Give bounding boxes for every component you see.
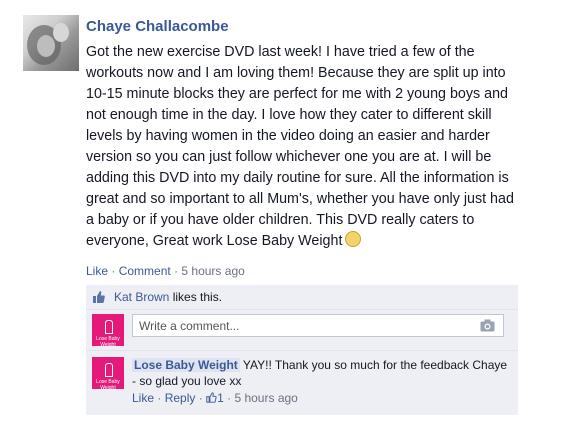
comment-input[interactable]: Write a comment...	[132, 314, 504, 337]
likes-suffix: likes this.	[169, 290, 223, 304]
comment-item: Lose Baby Weight Lose Baby Weight YAY!! …	[86, 351, 518, 413]
comment-reply-link[interactable]: Reply	[165, 391, 196, 405]
logo-text: Lose Baby Weight	[96, 336, 120, 346]
comment-like-count[interactable]: 1	[206, 391, 227, 405]
separator: ·	[227, 391, 232, 405]
post-body: Got the new exercise DVD last week! I ha…	[86, 42, 522, 252]
likes-text: Kat Brown likes this.	[114, 285, 222, 309]
comment-like-link[interactable]: Like	[132, 391, 154, 405]
comments-section: Kat Brown likes this. Lose Baby Weight W…	[86, 285, 518, 415]
thumbs-up-icon	[93, 291, 105, 303]
liker-name[interactable]: Kat Brown	[114, 290, 169, 304]
separator: ·	[174, 264, 179, 278]
logo-text: Lose Baby Weight	[96, 379, 120, 389]
comment-link[interactable]: Comment	[119, 264, 171, 278]
likes-summary: Kat Brown likes this.	[86, 285, 518, 310]
post-timestamp[interactable]: 5 hours ago	[181, 264, 244, 278]
write-comment-row: Lose Baby Weight Write a comment...	[86, 310, 518, 351]
smiley-icon	[345, 231, 362, 247]
comment-timestamp[interactable]: 5 hours ago	[234, 391, 297, 405]
page-avatar[interactable]: Lose Baby Weight	[92, 314, 124, 346]
like-link[interactable]: Like	[86, 264, 108, 278]
commenter-name[interactable]: Lose Baby Weight	[132, 358, 240, 372]
logo-figure	[105, 363, 113, 377]
post-body-text: Got the new exercise DVD last week! I ha…	[86, 44, 514, 249]
commenter-avatar[interactable]: Lose Baby Weight	[92, 357, 124, 389]
comment-actions: Like · Reply · 1 · 5 hours ago	[132, 391, 298, 405]
logo-figure	[105, 320, 113, 334]
separator: ·	[157, 391, 162, 405]
post-author-name[interactable]: Chaye Challacombe	[86, 18, 229, 35]
like-count: 1	[217, 391, 224, 405]
author-avatar[interactable]	[23, 15, 79, 71]
separator: ·	[111, 264, 116, 278]
thumbs-up-icon	[206, 392, 217, 403]
camera-icon[interactable]	[480, 319, 495, 332]
avatar-photo-face	[37, 35, 55, 57]
separator: ·	[198, 391, 203, 405]
post-actions: Like · Comment · 5 hours ago	[86, 264, 245, 278]
comment-body: Lose Baby Weight YAY!! Thank you so much…	[132, 357, 512, 389]
comment-placeholder: Write a comment...	[139, 319, 240, 333]
avatar-photo-face	[53, 23, 69, 42]
